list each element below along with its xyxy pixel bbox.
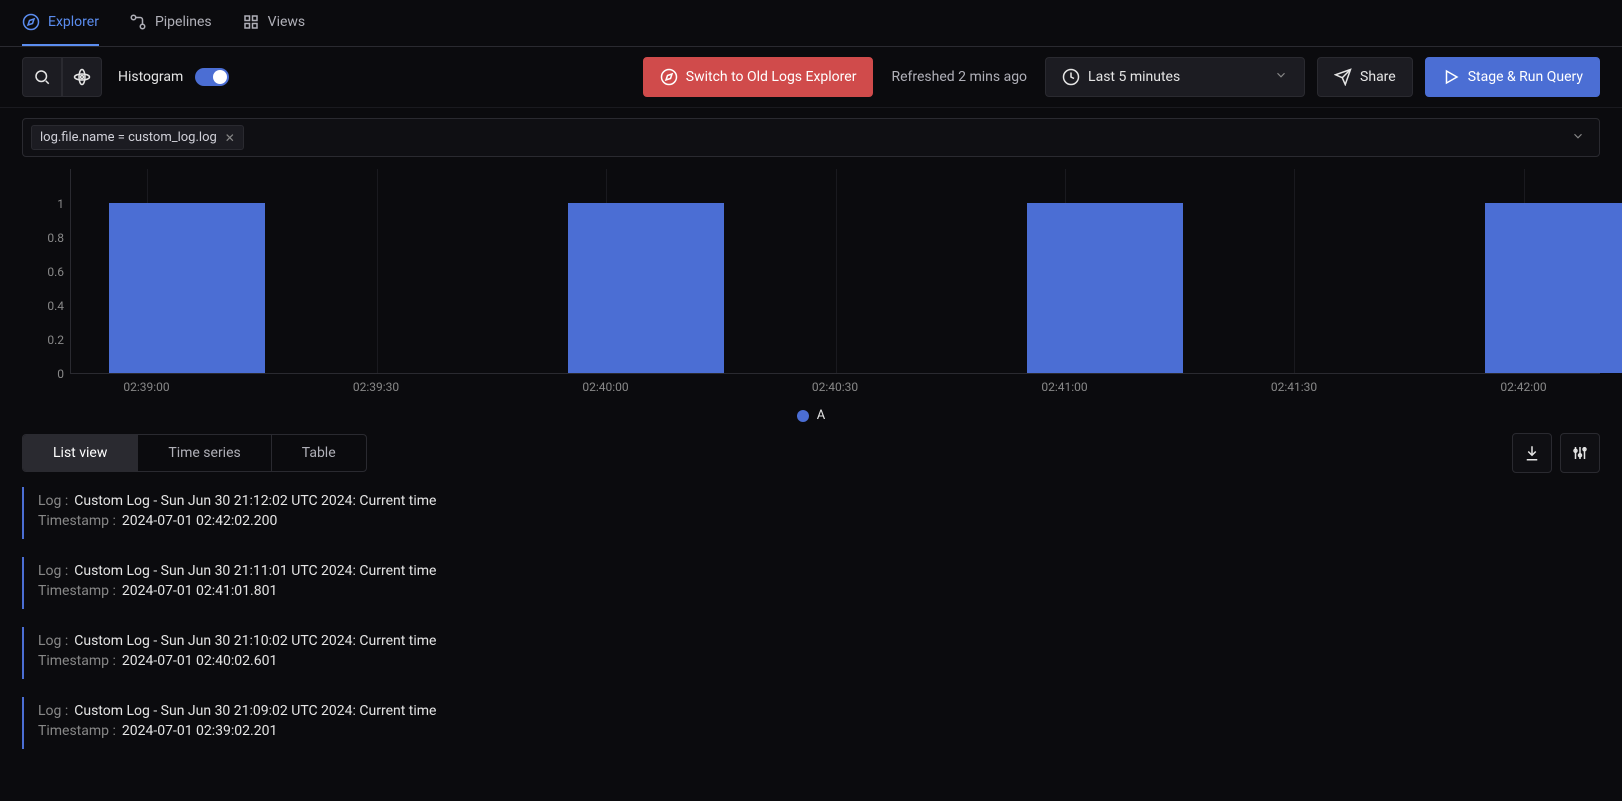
clock-icon	[1062, 68, 1080, 86]
y-tick: 0.4	[47, 299, 64, 313]
log-item[interactable]: Log : Custom Log - Sun Jun 30 21:10:02 UT…	[22, 627, 1600, 679]
log-message: Custom Log - Sun Jun 30 21:12:02 UTC 202…	[74, 493, 436, 509]
x-tick: 02:41:00	[1041, 380, 1087, 394]
log-key: Log :	[38, 633, 68, 649]
log-key: Log :	[38, 493, 68, 509]
compass-icon	[660, 68, 678, 86]
view-segment: List view Time series Table	[22, 434, 367, 472]
y-tick: 1	[57, 197, 64, 211]
y-axis: 00.20.40.60.81	[22, 169, 70, 374]
timestamp-key: Timestamp :	[38, 583, 116, 599]
log-item[interactable]: Log : Custom Log - Sun Jun 30 21:11:01 UT…	[22, 557, 1600, 609]
chart-legend: A	[0, 408, 1622, 423]
x-tick: 02:42:00	[1500, 380, 1546, 394]
histogram-label: Histogram	[118, 69, 183, 85]
log-list: Log : Custom Log - Sun Jun 30 21:12:02 UT…	[22, 487, 1600, 749]
y-tick: 0.2	[47, 333, 64, 347]
log-timestamp: 2024-07-01 02:41:01.801	[122, 583, 277, 599]
time-range-label: Last 5 minutes	[1088, 69, 1180, 85]
x-tick: 02:39:30	[353, 380, 399, 394]
log-message: Custom Log - Sun Jun 30 21:09:02 UTC 202…	[74, 703, 436, 719]
share-label: Share	[1360, 69, 1396, 85]
histogram-chart: 00.20.40.60.81	[22, 169, 1600, 374]
view-row: List view Time series Table	[22, 433, 1600, 473]
tab-views-label: Views	[268, 14, 306, 30]
export-button[interactable]	[1512, 433, 1552, 473]
filter-bar[interactable]: log.file.name = custom_log.log ✕	[22, 118, 1600, 157]
filter-chip-text: log.file.name = custom_log.log	[40, 130, 217, 145]
log-key: Log :	[38, 563, 68, 579]
y-tick: 0	[57, 367, 64, 381]
legend-dot-icon	[797, 410, 809, 422]
tab-pipelines[interactable]: Pipelines	[129, 0, 212, 46]
chevron-down-icon	[1274, 68, 1288, 86]
log-message: Custom Log - Sun Jun 30 21:11:01 UTC 202…	[74, 563, 436, 579]
close-icon[interactable]: ✕	[225, 131, 235, 145]
x-tick: 02:39:00	[123, 380, 169, 394]
log-message: Custom Log - Sun Jun 30 21:10:02 UTC 202…	[74, 633, 436, 649]
log-item[interactable]: Log : Custom Log - Sun Jun 30 21:12:02 UT…	[22, 487, 1600, 539]
legend-label: A	[817, 408, 825, 423]
view-list-button[interactable]: List view	[23, 435, 137, 471]
log-timestamp: 2024-07-01 02:40:02.601	[122, 653, 277, 669]
search-mode-button[interactable]	[22, 57, 62, 97]
switch-old-explorer-button[interactable]: Switch to Old Logs Explorer	[643, 57, 874, 97]
log-key: Log :	[38, 703, 68, 719]
share-button[interactable]: Share	[1317, 57, 1413, 97]
atom-mode-button[interactable]	[62, 57, 102, 97]
tab-explorer[interactable]: Explorer	[22, 0, 99, 46]
view-timeseries-button[interactable]: Time series	[137, 435, 270, 471]
y-tick: 0.8	[47, 231, 64, 245]
timestamp-key: Timestamp :	[38, 723, 116, 739]
settings-button[interactable]	[1560, 433, 1600, 473]
atom-icon	[73, 68, 91, 86]
chart-plot[interactable]	[70, 169, 1600, 374]
tab-pipelines-label: Pipelines	[155, 14, 212, 30]
tab-views[interactable]: Views	[242, 0, 306, 46]
x-tick: 02:40:30	[812, 380, 858, 394]
tab-explorer-label: Explorer	[48, 14, 99, 30]
switch-old-label: Switch to Old Logs Explorer	[686, 69, 857, 85]
chevron-down-icon[interactable]	[1565, 129, 1591, 147]
refreshed-text: Refreshed 2 mins ago	[891, 69, 1027, 85]
view-table-button[interactable]: Table	[271, 435, 366, 471]
x-axis: 02:39:00 02:39:30 02:40:00 02:40:30 02:41:00…	[70, 380, 1600, 398]
chart-bar[interactable]	[1027, 203, 1183, 373]
run-label: Stage & Run Query	[1468, 69, 1583, 85]
histogram-toggle[interactable]	[195, 68, 229, 86]
log-timestamp: 2024-07-01 02:42:02.200	[122, 513, 277, 529]
run-query-button[interactable]: Stage & Run Query	[1425, 57, 1600, 97]
play-icon	[1442, 68, 1460, 86]
timestamp-key: Timestamp :	[38, 513, 116, 529]
chart-bar[interactable]	[109, 203, 265, 373]
log-item[interactable]: Log : Custom Log - Sun Jun 30 21:09:02 UT…	[22, 697, 1600, 749]
y-tick: 0.6	[47, 265, 64, 279]
top-tabs: Explorer Pipelines Views	[0, 0, 1622, 47]
query-type-group	[22, 57, 102, 97]
pipeline-icon	[129, 13, 147, 31]
chart-bar[interactable]	[568, 203, 724, 373]
time-range-select[interactable]: Last 5 minutes	[1045, 57, 1305, 97]
search-icon	[33, 68, 51, 86]
views-icon	[242, 13, 260, 31]
x-tick: 02:40:00	[582, 380, 628, 394]
x-tick: 02:41:30	[1271, 380, 1317, 394]
sliders-icon	[1571, 444, 1589, 462]
download-icon	[1523, 444, 1541, 462]
send-icon	[1334, 68, 1352, 86]
toolbar: Histogram Switch to Old Logs Explorer Re…	[0, 47, 1622, 108]
compass-icon	[22, 13, 40, 31]
log-timestamp: 2024-07-01 02:39:02.201	[122, 723, 277, 739]
filter-chip[interactable]: log.file.name = custom_log.log ✕	[31, 125, 244, 150]
timestamp-key: Timestamp :	[38, 653, 116, 669]
chart-bar[interactable]	[1485, 203, 1622, 373]
